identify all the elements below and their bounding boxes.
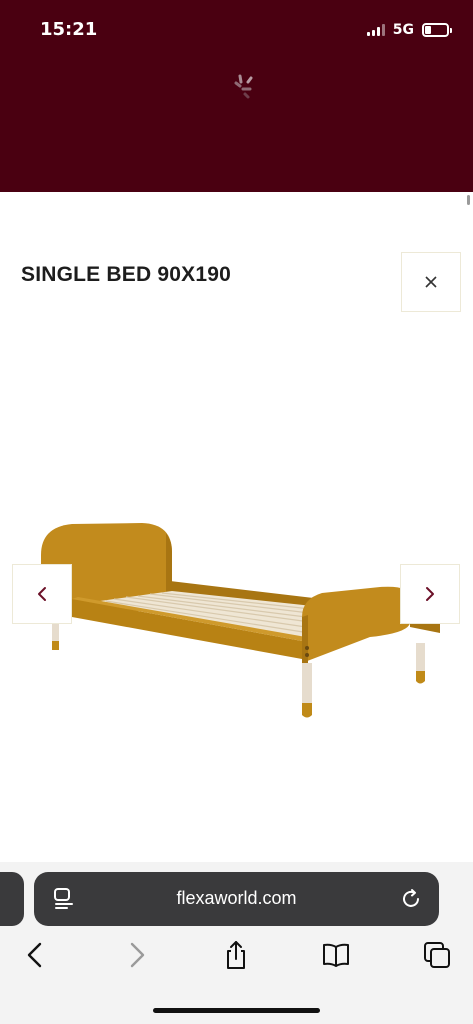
- network-type: 5G: [392, 22, 414, 38]
- chevron-left-icon: [38, 587, 46, 601]
- chevron-right-icon: [426, 587, 434, 601]
- close-button[interactable]: [401, 252, 461, 312]
- product-title: SINGLE BED 90X190: [21, 263, 231, 286]
- tabs-icon[interactable]: [422, 940, 452, 970]
- product-image: [41, 523, 440, 718]
- previous-image-button[interactable]: [12, 564, 72, 624]
- status-time: 15:21: [40, 19, 98, 40]
- browser-toolbar: flexaworld.com: [0, 862, 473, 1024]
- share-icon[interactable]: [221, 940, 251, 970]
- header-band: 15:21 5G: [0, 0, 473, 192]
- bookmarks-icon[interactable]: [321, 940, 351, 970]
- next-image-button[interactable]: [400, 564, 460, 624]
- forward-icon[interactable]: [122, 940, 152, 970]
- home-indicator[interactable]: [153, 1008, 320, 1013]
- close-icon: [425, 276, 437, 288]
- url-text: flexaworld.com: [176, 888, 297, 908]
- status-indicators: 5G: [366, 21, 452, 39]
- scroll-indicator: [467, 195, 470, 205]
- reload-icon[interactable]: [401, 888, 423, 910]
- address-bar[interactable]: flexaworld.com: [34, 872, 439, 926]
- previous-tab-preview[interactable]: [0, 872, 24, 926]
- cellular-signal-icon: [366, 24, 385, 36]
- loading-spinner-icon: [234, 74, 253, 99]
- back-icon[interactable]: [20, 940, 50, 970]
- battery-icon: [422, 23, 452, 37]
